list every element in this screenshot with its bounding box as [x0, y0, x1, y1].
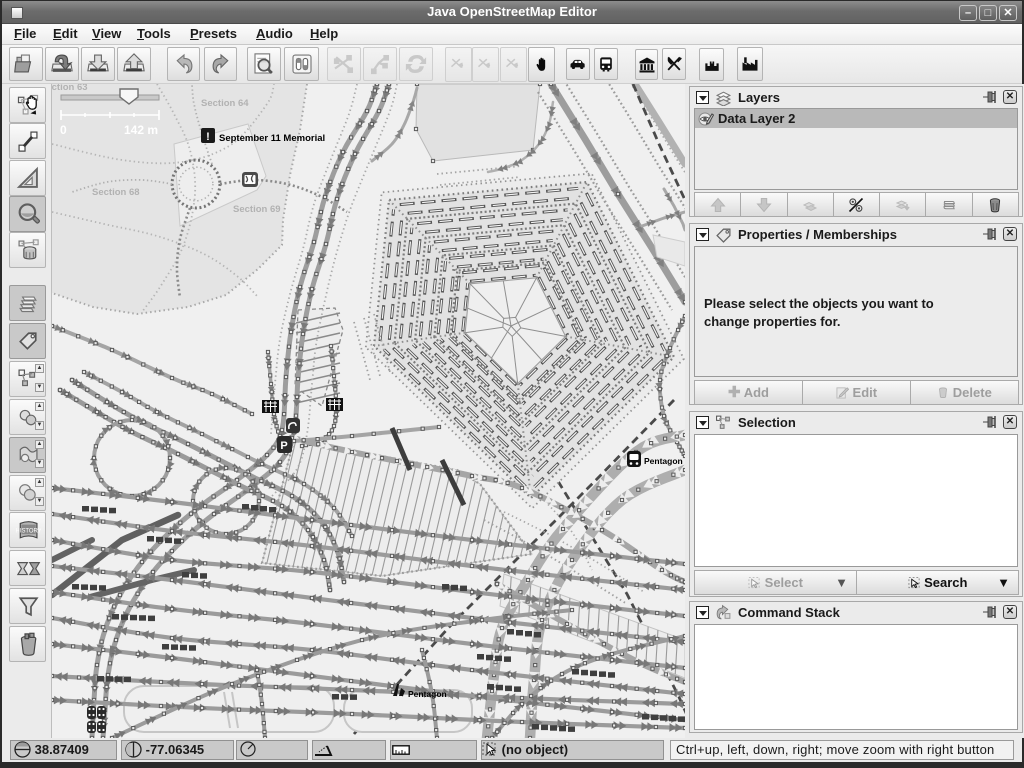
svg-text:Section 68: Section 68: [92, 187, 140, 198]
svg-text:Section 63: Section 63: [52, 84, 88, 93]
svg-text:Section 69: Section 69: [233, 204, 281, 215]
svg-text:142 m: 142 m: [124, 123, 158, 137]
svg-text:Section 64: Section 64: [201, 98, 249, 109]
svg-text:!: !: [206, 131, 210, 143]
svg-text:Pentagon: Pentagon: [644, 456, 683, 466]
svg-text:September 11 Memorial: September 11 Memorial: [219, 133, 325, 144]
svg-text:HISTORY: HISTORY: [15, 529, 40, 535]
svg-text:0: 0: [60, 123, 67, 137]
svg-text:P: P: [280, 440, 287, 452]
svg-text:Pentagon: Pentagon: [408, 689, 447, 699]
